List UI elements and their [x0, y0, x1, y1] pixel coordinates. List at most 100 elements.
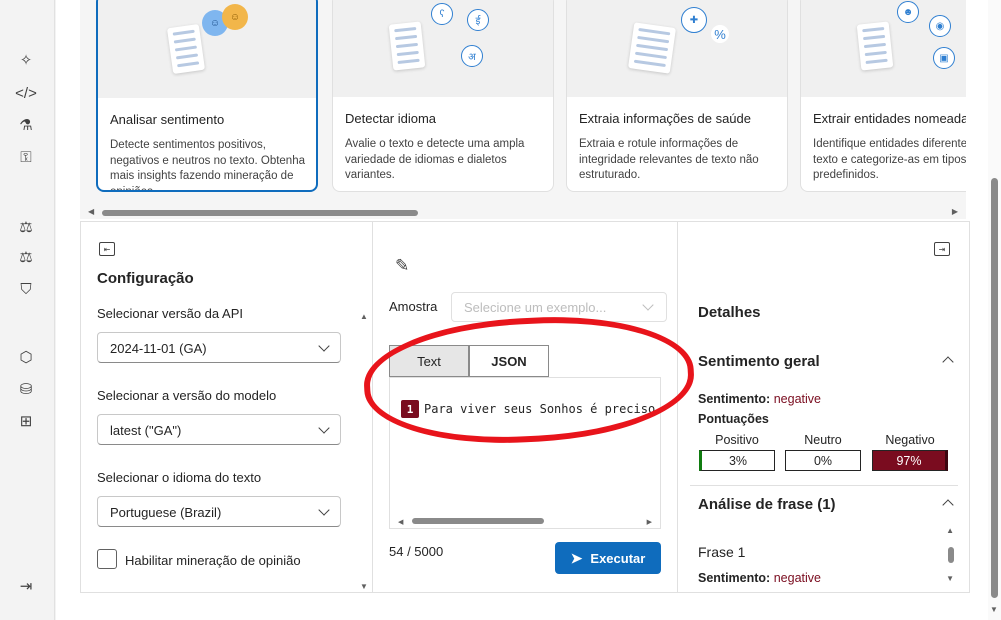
chevron-down-icon	[318, 422, 330, 434]
collapse-panel-icon[interactable]: ⇤	[99, 242, 115, 256]
text-language-value: Portuguese (Brazil)	[110, 505, 222, 520]
opinion-mining-label: Habilitar mineração de opinião	[125, 553, 301, 568]
cards-horizontal-scrollbar[interactable]: ◀ ▶	[80, 205, 966, 219]
scroll-left-icon[interactable]: ◀	[88, 207, 94, 216]
scroll-thumb[interactable]	[102, 210, 418, 216]
edit-icon[interactable]: ✎	[395, 256, 409, 276]
fine-tune-icon[interactable]: ⚿	[16, 147, 36, 167]
chevron-up-icon[interactable]	[942, 499, 954, 511]
overall-sentiment-title: Sentimento geral	[698, 353, 820, 370]
api-version-value: 2024-11-01 (GA)	[110, 341, 207, 356]
card-description: Identifique entidades diferentes no text…	[813, 138, 966, 181]
sentence-sentiment-row: Sentimento: negative	[698, 571, 821, 585]
code-icon[interactable]: </>	[15, 83, 37, 103]
cube-icon[interactable]: ⬡	[16, 347, 36, 367]
expand-panel-icon[interactable]: ⇥	[934, 242, 950, 256]
card-detect-language[interactable]: ʕ ई अ Detectar idioma Avalie o texto e d…	[332, 0, 554, 192]
line-number: 1	[401, 400, 419, 418]
send-icon: ➤	[570, 549, 583, 566]
sample-select[interactable]: Selecione um exemplo...	[451, 292, 667, 322]
api-version-label: Selecionar versão da API	[97, 306, 243, 321]
details-title: Detalhes	[698, 304, 761, 321]
scale-icon[interactable]: ⚖	[16, 247, 36, 267]
page-scrollbar[interactable]: ▼	[988, 0, 1001, 620]
model-version-label: Selecionar a versão do modelo	[97, 388, 277, 403]
health-illustration: ✚ %	[567, 0, 787, 97]
scroll-down-icon[interactable]: ▼	[946, 574, 954, 583]
card-title: Analisar sentimento	[110, 112, 225, 127]
editor-scroll-thumb[interactable]	[412, 518, 544, 524]
editor-text[interactable]: Para viver seus Sonhos é preciso	[424, 402, 655, 416]
capability-cards: ☺ ☺ Analisar sentimento Detecte sentimen…	[80, 0, 966, 205]
sentence-analysis-title: Análise de frase (1)	[698, 496, 836, 513]
tab-text[interactable]: Text	[389, 345, 469, 377]
scroll-up-icon[interactable]: ▲	[946, 526, 954, 535]
positive-score: 3%	[699, 450, 775, 471]
evaluation-icon[interactable]: ⚖	[16, 217, 36, 237]
sentiment-illustration: ☺ ☺	[98, 0, 316, 98]
scroll-down-icon[interactable]: ▼	[990, 605, 998, 614]
card-health-info[interactable]: ✚ % Extraia informações de saúde Extraia…	[566, 0, 788, 192]
flask-icon[interactable]: ⚗	[16, 115, 36, 135]
scroll-left-icon[interactable]: ◀	[398, 518, 403, 526]
positive-label: Positivo	[715, 433, 759, 447]
sign-in-icon[interactable]: ⇥	[16, 576, 36, 596]
card-description: Avalie o texto e detecte uma ampla varie…	[345, 138, 525, 181]
run-button[interactable]: ➤ Executar	[555, 542, 661, 574]
text-language-label: Selecionar o idioma do texto	[97, 470, 262, 485]
card-title: Detectar idioma	[345, 111, 437, 126]
character-counter: 54 / 5000	[389, 544, 444, 559]
scroll-up-icon[interactable]: ▲	[360, 312, 368, 321]
sentiment-row: Sentimento: negative	[698, 392, 821, 406]
scroll-down-icon[interactable]: ▼	[360, 582, 368, 591]
left-rail: ✧ </> ⚗ ⚿ ⚖ ⚖ ⛉ ⬡ ⛁ ⊞ ⇥	[0, 0, 55, 620]
neutral-score: 0%	[785, 450, 861, 471]
card-analyze-sentiment[interactable]: ☺ ☺ Analisar sentimento Detecte sentimen…	[96, 0, 318, 192]
chevron-down-icon	[642, 299, 654, 311]
apps-icon[interactable]: ⊞	[16, 411, 36, 431]
sentiment-key: Sentimento:	[698, 392, 771, 406]
card-title: Extrair entidades nomeadas	[813, 111, 966, 126]
sample-placeholder: Selecione um exemplo...	[464, 300, 607, 315]
configuration-title: Configuração	[97, 270, 194, 287]
playground-panels: ⇤ Configuração Selecionar versão da API …	[80, 221, 970, 593]
database-icon[interactable]: ⛁	[16, 379, 36, 399]
sentence-name: Frase 1	[698, 544, 746, 560]
details-panel: ⇥ Detalhes Sentimento geral Sentimento: …	[678, 222, 970, 592]
tab-json[interactable]: JSON	[469, 345, 549, 377]
divider	[690, 485, 958, 486]
scores-title: Pontuações	[698, 412, 769, 426]
chevron-up-icon[interactable]	[942, 356, 954, 368]
model-version-value: latest ("GA")	[110, 423, 182, 438]
scores-row: Pontuações	[698, 412, 769, 426]
run-label: Executar	[590, 550, 646, 566]
scroll-right-icon[interactable]: ▶	[952, 207, 958, 216]
entities-illustration: ☻ ◉ ▣	[801, 0, 966, 97]
page-scroll-thumb[interactable]	[991, 178, 998, 598]
negative-score: 97%	[872, 450, 948, 471]
sentiment-value: negative	[773, 392, 821, 406]
chevron-down-icon	[318, 504, 330, 516]
text-editor[interactable]: 1 Para viver seus Sonhos é preciso ◀ ▶	[389, 377, 661, 529]
scroll-right-icon[interactable]: ▶	[647, 518, 652, 526]
card-description: Detecte sentimentos positivos, negativos…	[110, 139, 305, 192]
shield-icon[interactable]: ⛉	[16, 279, 36, 299]
chevron-down-icon	[318, 340, 330, 352]
sentence-sentiment-key: Sentimento:	[698, 571, 771, 585]
details-scroll-thumb[interactable]	[948, 547, 954, 563]
card-named-entities[interactable]: ☻ ◉ ▣ Extrair entidades nomeadas Identif…	[800, 0, 966, 192]
negative-label: Negativo	[885, 433, 935, 447]
configuration-panel: ⇤ Configuração Selecionar versão da API …	[81, 222, 372, 592]
card-description: Extraia e rotule informações de integrid…	[579, 138, 759, 181]
card-title: Extraia informações de saúde	[579, 111, 751, 126]
main-panel: ☺ ☺ Analisar sentimento Detecte sentimen…	[56, 0, 988, 620]
input-panel: ✎ Amostra Selecione um exemplo... Text J…	[373, 222, 677, 592]
opinion-mining-checkbox[interactable]	[97, 549, 117, 569]
text-language-select[interactable]: Portuguese (Brazil)	[97, 496, 341, 527]
neutral-label: Neutro	[804, 433, 842, 447]
model-version-select[interactable]: latest ("GA")	[97, 414, 341, 445]
sample-label: Amostra	[389, 299, 438, 314]
language-illustration: ʕ ई अ	[333, 0, 553, 97]
api-version-select[interactable]: 2024-11-01 (GA)	[97, 332, 341, 363]
sparkle-icon[interactable]: ✧	[16, 50, 36, 70]
